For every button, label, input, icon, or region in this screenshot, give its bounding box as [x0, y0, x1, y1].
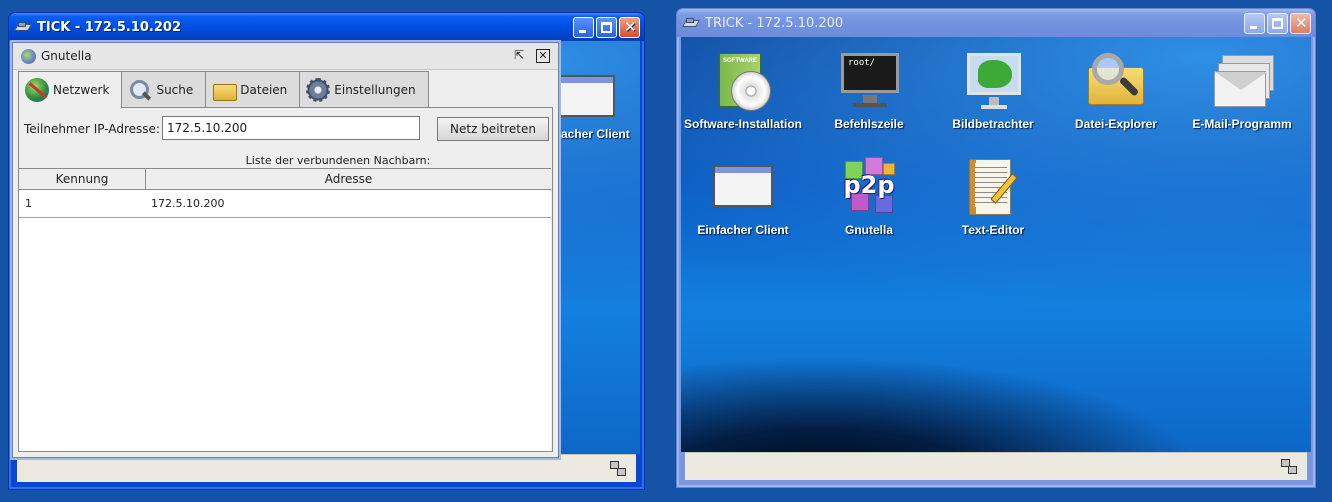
maximize-icon [601, 22, 612, 33]
tick-statusbar [17, 454, 636, 482]
desktop-icon-gnutella[interactable]: p2p Gnutella [804, 157, 934, 237]
tab-suche[interactable]: Suche [121, 71, 207, 107]
minimize-button[interactable] [573, 17, 594, 38]
neighbor-list-caption: Liste der verbundenen Nachbarn: [245, 154, 431, 167]
tick-window-title: TICK - 172.5.10.202 [37, 19, 181, 35]
desktop-icon-bildbetrachter[interactable]: Bildbetrachter [928, 51, 1058, 131]
close-frame-button[interactable]: ✕ [536, 49, 550, 63]
tab-einstellungen[interactable]: Einstellungen [299, 71, 429, 107]
desktop-icon-label: Datei-Explorer [1074, 117, 1158, 131]
maximize-frame-button[interactable]: ⇱ [512, 49, 526, 63]
p2p-icon: p2p [837, 157, 901, 217]
gnutella-frame: Gnutella ⇱ ✕ Netzwerk Suche Dateien Eins… [12, 42, 559, 458]
netzwerk-panel: Teilnehmer IP-Adresse: Netz beitreten Li… [18, 107, 553, 452]
gnutella-tabs: Netzwerk Suche Dateien Einstellungen [18, 71, 429, 108]
desktop-icon-label: Bildbetrachter [952, 117, 1034, 131]
tab-dateien[interactable]: Dateien [205, 71, 301, 107]
desktop-icon-text-editor[interactable]: Text-Editor [928, 157, 1058, 237]
file-explorer-icon [1084, 51, 1148, 111]
table-header: Kennung Adresse [19, 169, 551, 190]
maximize-button[interactable] [1267, 13, 1288, 34]
terminal-icon: root/ [837, 51, 901, 111]
trick-titlebar[interactable]: TRICK - 172.5.10.200 ✕ [677, 9, 1315, 37]
text-editor-icon [961, 157, 1025, 217]
image-viewer-icon [961, 51, 1025, 111]
close-icon: ✕ [1295, 14, 1308, 32]
desktop-icon-datei-explorer[interactable]: Datei-Explorer [1051, 51, 1181, 131]
client-window-icon [711, 157, 775, 217]
join-network-button[interactable]: Netz beitreten [437, 117, 549, 141]
trick-statusbar [685, 452, 1307, 480]
column-header-kennung[interactable]: Kennung [19, 169, 146, 189]
ip-address-input[interactable] [162, 116, 420, 140]
tick-titlebar[interactable]: TICK - 172.5.10.202 ✕ [9, 13, 644, 41]
minimize-icon [1250, 26, 1257, 29]
desktop-icon-label: E-Mail-Programm [1192, 117, 1292, 131]
trick-desktop: Software-Installation root/ Befehlszeile… [681, 37, 1311, 452]
column-header-adresse[interactable]: Adresse [146, 169, 551, 189]
desktop-icon-label: Befehlszeile [834, 117, 904, 131]
desktop-icon-befehlszeile[interactable]: root/ Befehlszeile [804, 51, 934, 131]
close-button[interactable]: ✕ [1290, 13, 1311, 34]
desktop-icon-email-programm[interactable]: E-Mail-Programm [1177, 51, 1307, 131]
email-icon [1210, 51, 1274, 111]
desktop-icon-label: Text-Editor [961, 223, 1025, 237]
desktop-icon-label: Gnutella [844, 223, 893, 237]
minimize-icon [579, 30, 586, 33]
gnutella-titlebar[interactable]: Gnutella ⇱ ✕ [13, 43, 558, 70]
magnifier-icon [128, 78, 152, 102]
ip-address-label: Teilnehmer IP-Adresse: [24, 122, 160, 136]
gnutella-logo-icon [21, 48, 36, 64]
maximize-button[interactable] [596, 17, 617, 38]
trick-window: TRICK - 172.5.10.200 ✕ Software-Installa… [676, 8, 1316, 488]
desktop-icon-label-partial: acher Client [561, 127, 630, 141]
software-cd-icon [711, 51, 775, 111]
gnutella-title: Gnutella [41, 49, 92, 63]
minimize-button[interactable] [1244, 13, 1265, 34]
network-computer-icon [15, 21, 31, 33]
network-computer-icon [683, 17, 699, 29]
desktop-icon-software-installation[interactable]: Software-Installation [681, 51, 808, 131]
tab-label: Netzwerk [53, 83, 110, 97]
tab-label: Einstellungen [334, 82, 416, 97]
trick-window-title: TRICK - 172.5.10.200 [705, 15, 844, 31]
globe-icon [25, 78, 49, 102]
maximize-icon [1272, 18, 1283, 29]
desktop-icon-label: Software-Installation [683, 117, 802, 131]
tick-window: TICK - 172.5.10.202 ✕ acher Client Gnute… [8, 12, 645, 490]
network-status-icon[interactable] [1281, 459, 1299, 475]
desktop-icon-einfacher-client[interactable]: Einfacher Client [681, 157, 808, 237]
tab-netzwerk[interactable]: Netzwerk [18, 71, 123, 108]
p2p-logo-text: p2p [843, 171, 895, 199]
cell-kennung: 1 [25, 197, 32, 210]
table-row[interactable]: 1 172.5.10.200 [19, 190, 551, 218]
tab-label: Suche [156, 82, 194, 97]
terminal-screen-text: root/ [841, 53, 899, 93]
desktop-icon-label: Einfacher Client [697, 223, 789, 237]
trick-client-area: Software-Installation root/ Befehlszeile… [681, 37, 1311, 483]
neighbor-table: Kennung Adresse 1 172.5.10.200 [19, 168, 551, 451]
client-window-icon [553, 67, 617, 127]
folder-icon [212, 78, 238, 102]
gear-icon [306, 77, 331, 102]
network-status-icon[interactable] [610, 461, 628, 477]
close-icon: ✕ [624, 18, 637, 36]
tab-label: Dateien [240, 82, 288, 97]
close-button[interactable]: ✕ [619, 17, 640, 38]
cell-adresse: 172.5.10.200 [151, 197, 225, 210]
